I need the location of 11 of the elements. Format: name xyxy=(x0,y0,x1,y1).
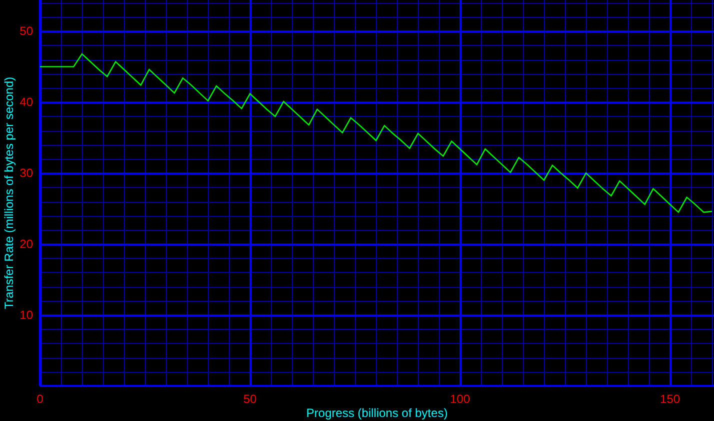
y-tick-label: 30 xyxy=(20,166,33,180)
y-tick-label: 50 xyxy=(20,24,33,38)
y-axis-title: Transfer Rate (millions of bytes per second) xyxy=(2,76,16,310)
y-tick-label: 40 xyxy=(20,95,33,110)
y-tick-label: 10 xyxy=(20,308,33,322)
x-tick-label: 50 xyxy=(243,392,257,406)
x-tick-label: 150 xyxy=(660,392,680,406)
x-axis-title: Progress (billions of bytes) xyxy=(306,406,448,420)
x-tick-label: 0 xyxy=(36,392,44,406)
x-tick-label: 100 xyxy=(450,392,470,406)
y-tick-label: 20 xyxy=(20,237,33,252)
